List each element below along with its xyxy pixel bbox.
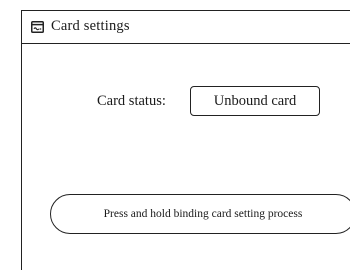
card-status-value: Unbound card bbox=[190, 86, 320, 116]
page-title: Card settings bbox=[51, 18, 130, 34]
card-icon bbox=[31, 20, 44, 33]
bind-card-button[interactable]: Press and hold binding card setting proc… bbox=[50, 194, 350, 234]
card-status-label: Card status: bbox=[97, 93, 166, 109]
settings-panel: Card settings Card status: Unbound card … bbox=[21, 10, 350, 270]
panel-header: Card settings bbox=[22, 11, 350, 44]
